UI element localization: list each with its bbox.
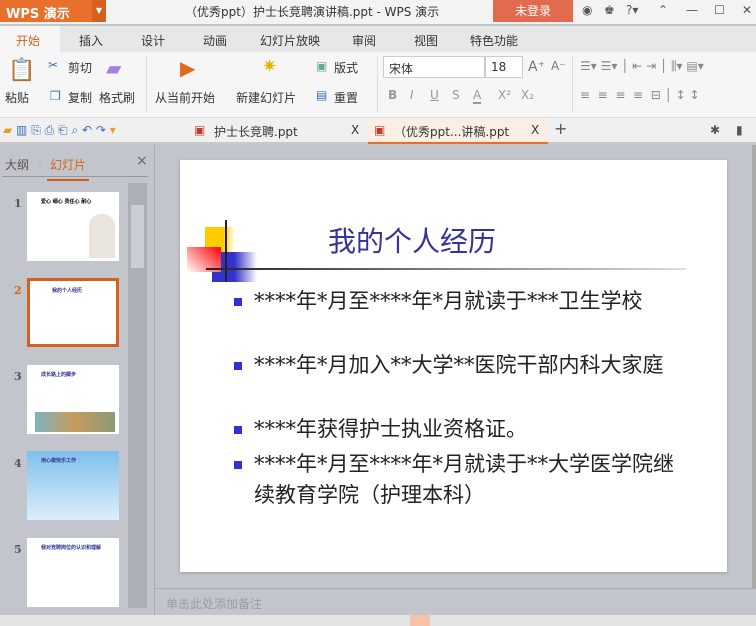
close-panel-icon[interactable]: × bbox=[136, 153, 148, 169]
bold-button[interactable]: B bbox=[388, 88, 397, 102]
close-tab-button[interactable]: X bbox=[351, 123, 359, 137]
document-tabs: ▰ ▥ ⎘ ⎙ ⎗ ⌕ ↶ ↷ ▾ ▣ 护士长竞聘.ppt X ▣ （优秀ppt… bbox=[0, 118, 756, 144]
layout-icon: ▣ bbox=[316, 59, 328, 73]
bullet-item: ****年*月加入**大学**医院干部内科大家庭 bbox=[234, 350, 694, 381]
slide-title[interactable]: 我的个人经历 bbox=[328, 220, 496, 260]
title-bar: WPS 演示 ▼ （优秀ppt）护士长竞聘演讲稿.ppt - WPS 演示 未登录… bbox=[0, 0, 756, 24]
subscript-icon[interactable]: X₂ bbox=[521, 88, 534, 102]
shrink-font-icon[interactable]: A⁻ bbox=[551, 59, 566, 73]
paste-button[interactable]: 粘贴 bbox=[5, 89, 29, 106]
main-scrollbar[interactable] bbox=[752, 145, 756, 588]
thumbnail-scrollbar[interactable] bbox=[128, 183, 147, 608]
slide-thumbnail-5[interactable]: 我对竞聘岗位的认识和理解 bbox=[27, 538, 119, 607]
doc-tab-1[interactable]: ▣ 护士长竞聘.ppt X bbox=[188, 118, 368, 144]
format-painter-button[interactable]: 格式刷 bbox=[99, 89, 135, 106]
slide-thumbnail-4[interactable]: 用心做快乐工作 bbox=[27, 451, 119, 520]
underline-button[interactable]: U bbox=[430, 88, 439, 102]
ppt-file-icon: ▣ bbox=[374, 123, 386, 137]
scrollbar-thumb[interactable] bbox=[131, 205, 144, 268]
bullets-icon[interactable]: ☰▾ ☰▾ │ ⇤ ⇥ │ ⫼▾ ▤▾ bbox=[580, 59, 704, 74]
tab-view[interactable]: 视图 bbox=[414, 32, 438, 49]
new-tab-icon[interactable]: + bbox=[554, 119, 567, 138]
tab-animation[interactable]: 动画 bbox=[203, 32, 227, 49]
italic-button[interactable]: I bbox=[410, 88, 414, 102]
doc-tab-2-active[interactable]: ▣ （优秀ppt...讲稿.ppt X bbox=[368, 118, 548, 144]
ppt-file-icon: ▣ bbox=[194, 123, 206, 137]
new-slide-icon: ✷ bbox=[262, 56, 278, 77]
tab-outline[interactable]: 大纲 bbox=[5, 156, 29, 173]
close-icon[interactable]: ✕ bbox=[742, 3, 752, 17]
projector-icon: ▶ bbox=[180, 56, 196, 80]
scissors-icon: ✂ bbox=[48, 58, 59, 72]
ribbon: 📋 粘贴 ✂ 剪切 ❐ 复制 ▰ 格式刷 ▶ 从当前开始 ✷ 新建幻灯片 ▣ 版… bbox=[0, 52, 756, 118]
bullet-icon bbox=[234, 426, 242, 434]
collapse-ribbon-icon[interactable]: ⌃ bbox=[658, 3, 668, 17]
tab-special[interactable]: 特色功能 bbox=[470, 32, 518, 49]
maximize-icon[interactable]: ☐ bbox=[714, 3, 725, 17]
tab-design[interactable]: 设计 bbox=[141, 32, 165, 49]
tab-slideshow[interactable]: 幻灯片放映 bbox=[260, 32, 320, 49]
tab-review[interactable]: 审阅 bbox=[352, 32, 376, 49]
notes-input[interactable]: 单击此处添加备注 bbox=[155, 588, 756, 615]
shadow-button[interactable]: S bbox=[452, 88, 460, 102]
doc-tab-label: 护士长竞聘.ppt bbox=[214, 125, 298, 139]
skin-icon[interactable]: ◉ bbox=[582, 3, 592, 17]
status-bar bbox=[0, 615, 756, 626]
superscript-icon[interactable]: X² bbox=[498, 88, 511, 102]
layout-button[interactable]: 版式 bbox=[334, 59, 358, 76]
minimize-icon[interactable]: — bbox=[686, 3, 698, 17]
copy-button[interactable]: 复制 bbox=[68, 89, 92, 106]
bullet-item: ****年获得护士执业资格证。 bbox=[234, 414, 694, 445]
paste-icon[interactable]: 📋 bbox=[8, 58, 35, 83]
slide-thumbnail-3[interactable]: 成长路上的脚步 bbox=[27, 365, 119, 434]
menu-tabs: 开始 插入 设计 动画 幻灯片放映 审阅 视图 特色功能 bbox=[0, 26, 756, 52]
lock-icon[interactable]: ▮ bbox=[736, 123, 743, 137]
cut-button[interactable]: 剪切 bbox=[68, 59, 92, 76]
normal-view-button[interactable] bbox=[410, 615, 430, 626]
wps-menu-button[interactable]: WPS 演示 ▼ bbox=[0, 0, 106, 22]
title-underline bbox=[206, 268, 686, 270]
help-icon[interactable]: ?▾ bbox=[626, 3, 638, 17]
decor-vertical-line bbox=[225, 220, 227, 282]
slide-thumbnail-1[interactable]: 爱心 细心 责任心 耐心 bbox=[27, 192, 119, 261]
bullet-icon bbox=[234, 362, 242, 370]
pin-icon[interactable]: ✱ bbox=[710, 123, 720, 137]
bullet-item: ****年*月至****年*月就读于***卫生学校 bbox=[234, 286, 694, 317]
close-tab-button[interactable]: X bbox=[531, 123, 539, 137]
reset-icon: ▤ bbox=[316, 88, 328, 102]
font-color-button[interactable]: A bbox=[473, 88, 482, 104]
shirt-icon[interactable]: ♚ bbox=[604, 3, 615, 17]
font-size-select[interactable]: 18 bbox=[485, 56, 523, 78]
tab-insert[interactable]: 插入 bbox=[79, 32, 103, 49]
bullet-icon bbox=[234, 298, 242, 306]
tab-home[interactable]: 开始 bbox=[0, 26, 60, 52]
from-current-button[interactable]: 从当前开始 bbox=[155, 89, 215, 106]
font-family-select[interactable]: 宋体 bbox=[383, 56, 485, 78]
tab-slides[interactable]: 幻灯片 bbox=[47, 156, 90, 181]
copy-icon: ❐ bbox=[50, 89, 61, 103]
bullet-item: ****年*月至****年*月就读于**大学医学院继续教育学院（护理本科） bbox=[234, 449, 694, 511]
new-slide-button[interactable]: 新建幻灯片 bbox=[236, 89, 296, 106]
grow-font-icon[interactable]: A⁺ bbox=[528, 59, 545, 75]
login-button[interactable]: 未登录 bbox=[493, 0, 573, 22]
bullet-icon bbox=[234, 461, 242, 469]
slide-canvas[interactable]: 我的个人经历 ****年*月至****年*月就读于***卫生学校 ****年*月… bbox=[180, 160, 727, 572]
quick-access-icons[interactable]: ▰ ▥ ⎘ ⎙ ⎗ ⌕ ↶ ↷ ▾ bbox=[3, 123, 116, 138]
slide-thumbnail-2-selected[interactable]: 我的个人经历 bbox=[27, 278, 119, 347]
brush-icon: ▰ bbox=[106, 56, 122, 80]
window-title: （优秀ppt）护士长竞聘演讲稿.ppt - WPS 演示 bbox=[185, 5, 440, 19]
align-icons[interactable]: ≡ ≡ ≡ ≡ ⊟ │ ↕ ↕ bbox=[580, 88, 700, 102]
app-logo: WPS 演示 bbox=[6, 7, 70, 22]
doc-tab-label: （优秀ppt...讲稿.ppt bbox=[394, 125, 510, 139]
chevron-down-icon: ▼ bbox=[92, 0, 106, 22]
reset-button[interactable]: 重置 bbox=[334, 89, 358, 106]
